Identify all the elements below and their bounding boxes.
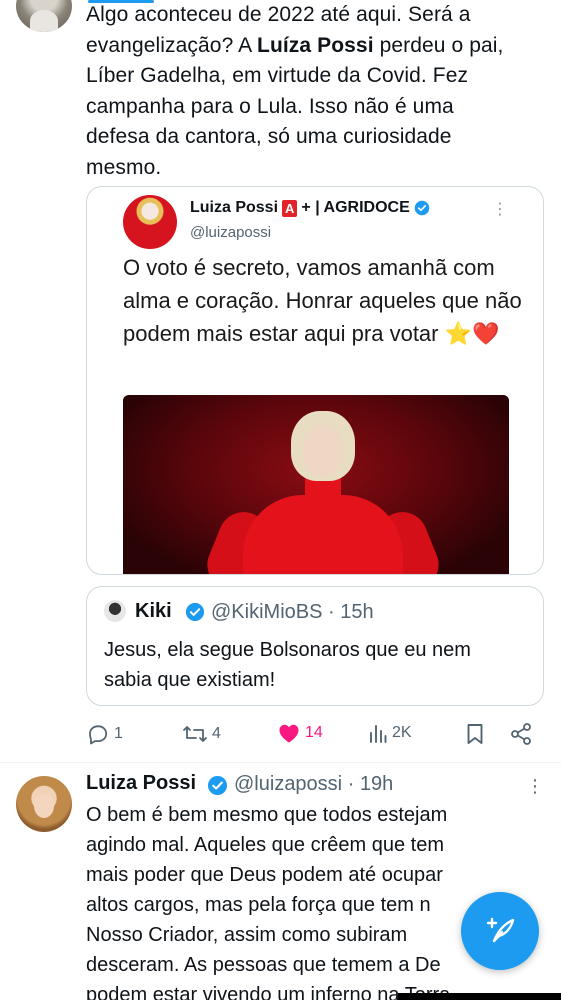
quote-avatar [104, 600, 126, 622]
tweet1-image[interactable]: Luiza Possi A + | AGRIDOCE @luizapossi ⋮… [86, 186, 544, 575]
tweet2-line: agindo mal. Aqueles que crêem que tem [86, 834, 444, 856]
quote-meta: @KikiMioBS · 15h [211, 601, 374, 624]
like-count: 14 [305, 724, 323, 741]
quote-author-name: Kiki [135, 600, 172, 622]
views-button[interactable]: 2K [368, 722, 412, 744]
bookmark-icon [464, 722, 486, 746]
embedded-avatar [123, 195, 177, 249]
compose-button[interactable] [461, 892, 539, 970]
embedded-more-icon: ⋮ [492, 201, 508, 218]
compose-icon [482, 911, 518, 952]
tweet2-line: O bem é bem mesmo que todos estejam [86, 804, 448, 826]
tweet1-line: evangelização? A Luíza Possi perdeu o pa… [86, 31, 546, 62]
quote-handle: @KikiMioBS [211, 601, 323, 623]
tweet2-handle[interactable]: @luizapossi [234, 773, 342, 795]
embedded-name-row: Luiza Possi A + | AGRIDOCE [190, 199, 430, 217]
bookmark-button[interactable] [464, 722, 486, 746]
quote-text: Jesus, ela segue Bolsonaros que eu nem s… [104, 639, 471, 691]
views-count: 2K [392, 724, 412, 741]
share-icon [509, 722, 533, 746]
separator: · [347, 773, 355, 795]
tweet1-line-part: evangelização? A [86, 33, 258, 57]
tweet1-line: Algo aconteceu de 2022 até aqui. Será a [86, 3, 471, 26]
mentioned-name: Luíza Possi [257, 33, 374, 57]
like-button[interactable]: 14 [277, 722, 323, 744]
tweet1-text: Algo aconteceu de 2022 até aqui. Será a … [86, 0, 546, 183]
reply-button[interactable]: 1 [86, 722, 123, 746]
embedded-photo [123, 395, 509, 574]
heart-icon [277, 722, 301, 744]
tweet1-line: Líber Gadelha, em virtude da Covid. Fez [86, 64, 469, 87]
tweet2-time[interactable]: 19h [360, 773, 393, 795]
tweet1-line: defesa da cantora, só uma curiosidade [86, 125, 452, 148]
retweet-icon [182, 722, 208, 746]
embedded-name-suffix: + | AGRIDOCE [301, 199, 410, 216]
tweet-divider [0, 762, 561, 763]
retweet-count: 4 [212, 725, 221, 742]
a-plus-badge: A [282, 199, 298, 217]
share-button[interactable] [509, 722, 533, 746]
tweet1-line: campanha para o Lula. Isso não é uma [86, 94, 454, 118]
tweet1-line-part: perdeu o pai, [373, 33, 504, 57]
tweet2-meta: @luizapossi · 19h [234, 773, 393, 796]
embedded-name: Luiza Possi [190, 199, 279, 216]
more-options-icon[interactable]: ⋮ [526, 776, 544, 797]
verified-icon [414, 200, 430, 216]
tweet1-line: mesmo. [86, 155, 162, 179]
tweet2-author-avatar[interactable] [16, 776, 72, 832]
retweet-button[interactable]: 4 [182, 722, 221, 746]
tweet2-author-name[interactable]: Luiza Possi [86, 772, 196, 795]
quote-time: 15h [340, 601, 374, 623]
reply-count: 1 [114, 725, 123, 742]
views-icon [368, 722, 388, 744]
bottom-bar [398, 993, 561, 1000]
quoted-tweet[interactable]: Kiki @KikiMioBS · 15h Jesus, ela segue B… [86, 586, 544, 706]
tweet1-actions: 1 4 14 2K [86, 722, 546, 750]
tweet2-line: mais poder que Deus podem até ocupar [86, 864, 443, 886]
separator: · [328, 601, 335, 623]
embedded-handle: @luizapossi [190, 224, 272, 241]
embedded-text: O voto é secreto, vamos amanhã com alma … [123, 255, 522, 346]
tweet1-author-avatar[interactable] [16, 0, 72, 32]
verified-icon [207, 775, 228, 796]
reply-icon [86, 722, 110, 746]
verified-icon [185, 602, 205, 622]
